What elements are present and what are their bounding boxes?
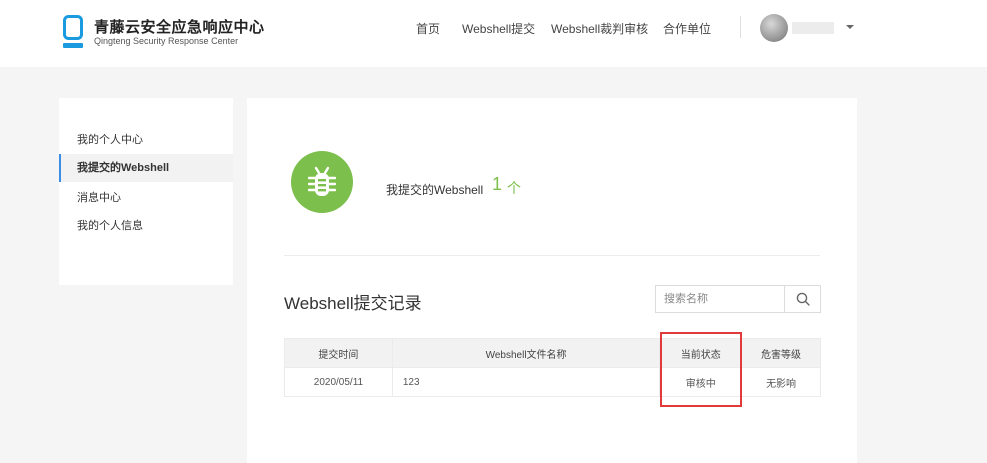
summary-badge: [291, 151, 353, 213]
brand-title[interactable]: 青藤云安全应急响应中心: [94, 16, 265, 37]
main-panel: 我提交的Webshell 1 个 Webshell提交记录 提交时间 Websh…: [247, 98, 857, 463]
sidebar-item-my-webshells[interactable]: 我提交的Webshell: [59, 154, 233, 182]
summary-unit: 个: [507, 180, 521, 196]
nav-webshell-submit[interactable]: Webshell提交: [462, 20, 535, 37]
section-divider: [284, 255, 820, 256]
column-header-filename: Webshell文件名称: [391, 338, 661, 368]
sidebar-item-personal-center[interactable]: 我的个人中心: [59, 126, 233, 154]
cell-filename: 123: [391, 367, 661, 397]
summary-label: 我提交的Webshell: [386, 183, 484, 197]
avatar[interactable]: [760, 14, 788, 42]
sidebar: 我的个人中心 我提交的Webshell 消息中心 我的个人信息: [59, 98, 233, 285]
logo-icon[interactable]: [63, 15, 83, 49]
bug-icon: [308, 166, 336, 196]
sidebar-item-profile[interactable]: 我的个人信息: [59, 212, 233, 240]
chevron-down-icon[interactable]: [846, 25, 854, 29]
nav-divider: [740, 16, 741, 38]
top-bar: 青藤云安全应急响应中心 Qingteng Security Response C…: [0, 0, 987, 67]
search-input[interactable]: [656, 286, 784, 312]
column-header-level: 危害等级: [741, 338, 821, 368]
brand-subtitle: Qingteng Security Response Center: [94, 36, 239, 46]
search-icon: [796, 292, 810, 306]
annotation-highlight-box: [660, 332, 742, 407]
summary-count: 1: [492, 174, 503, 194]
search-box: [655, 285, 821, 313]
cell-level: 无影响: [741, 367, 821, 397]
nav-webshell-review[interactable]: Webshell裁判审核: [551, 20, 648, 37]
cell-time: 2020/05/11: [284, 367, 393, 397]
nav-home[interactable]: 首页: [416, 20, 440, 37]
column-header-time: 提交时间: [284, 338, 393, 368]
search-button[interactable]: [784, 286, 820, 312]
records-title: Webshell提交记录: [284, 294, 422, 313]
nav-partners[interactable]: 合作单位: [663, 20, 711, 37]
username-redacted[interactable]: [792, 22, 834, 34]
sidebar-item-messages[interactable]: 消息中心: [59, 184, 233, 212]
